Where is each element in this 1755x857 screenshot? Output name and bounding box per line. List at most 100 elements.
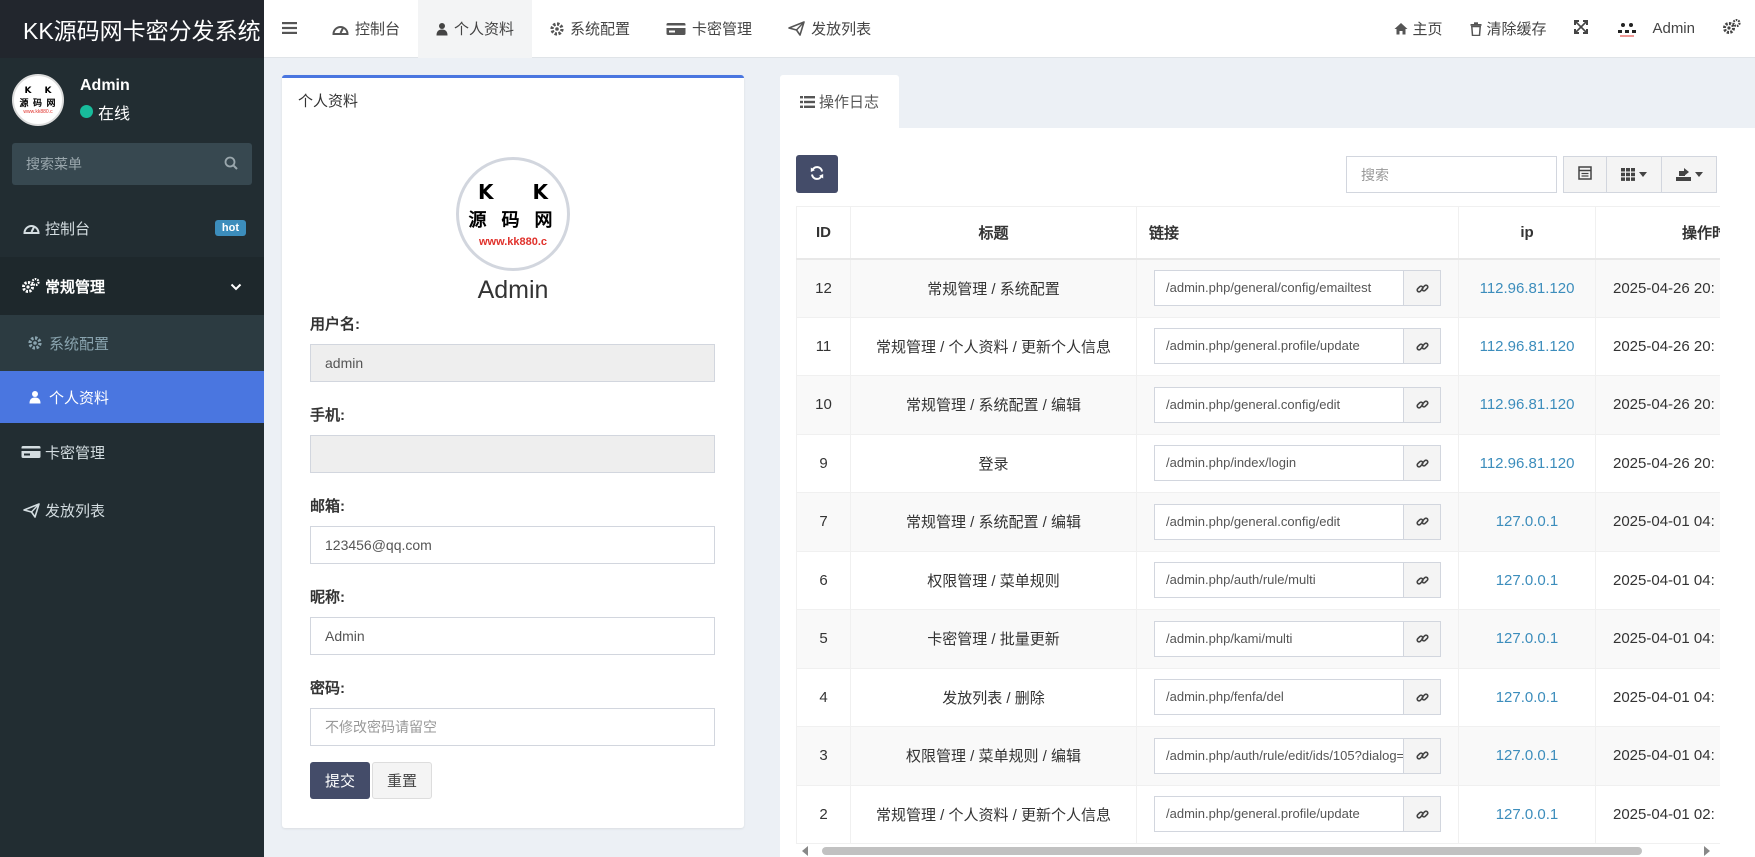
scrollbar-thumb[interactable] [822,847,1642,855]
cell-time: 2025-04-01 04: [1595,550,1720,610]
hamburger-icon [281,21,297,37]
table-row[interactable]: 7 常规管理 / 系统配置 / 编辑/admin.php/general.conf… [796,492,1720,552]
sidebar-item-general[interactable]: 常规管理 [0,257,264,315]
sidebar-item-system-config[interactable]: 系统配置 [0,315,264,371]
open-link-button[interactable] [1404,737,1441,774]
clear-cache-button[interactable]: 清除缓存 [1456,0,1560,58]
horizontal-scrollbar[interactable] [796,844,1720,856]
sidebar-item-label: 控制台 [45,220,91,238]
url-field[interactable]: /admin.php/fenfa/del [1154,679,1404,716]
column-header-title[interactable]: 标题 [850,206,1137,260]
sidebar-item-cards[interactable]: 卡密管理 [0,423,264,481]
link-icon [1415,691,1429,704]
scroll-right-arrow-icon[interactable] [1704,846,1710,856]
table-header-row: ID 标题 链接 ip 操作时间 [796,206,1720,260]
column-header-ip[interactable]: ip [1458,206,1596,260]
open-link-button[interactable] [1404,562,1441,599]
nickname-field[interactable] [310,617,715,655]
cell-time: 2025-04-01 02: [1595,784,1720,844]
sidebar-item-distribution[interactable]: 发放列表 [0,481,264,539]
export-button[interactable] [1661,156,1717,193]
table-row[interactable]: 5 卡密管理 / 批量更新/admin.php/kami/multi 127.0.0… [796,609,1720,669]
url-field[interactable]: /admin.php/general/config/emailtest [1154,270,1404,306]
url-field[interactable]: /admin.php/auth/rule/multi [1154,562,1404,599]
url-field[interactable]: /admin.php/kami/multi [1154,620,1404,657]
hot-badge: hot [214,220,246,236]
link-icon [1415,457,1429,470]
open-link-button[interactable] [1404,445,1441,482]
search-icon[interactable] [224,156,238,173]
cell-ip[interactable]: 127.0.0.1 [1458,667,1596,727]
table-row[interactable]: 4 发放列表 / 删除/admin.php/fenfa/del 127.0.0.1 2… [796,667,1720,727]
url-field[interactable]: /admin.php/index/login [1154,445,1404,482]
cell-ip[interactable]: 127.0.0.1 [1458,609,1596,669]
table-row[interactable]: 10 常规管理 / 系统配置 / 编辑/admin.php/general.con… [796,375,1720,435]
column-header-id[interactable]: ID [796,206,851,260]
url-field[interactable]: /admin.php/auth/rule/edit/ids/105?dialog… [1154,737,1404,774]
log-tabbar: 操作日志 [780,75,899,128]
open-link-button[interactable] [1404,679,1441,716]
cell-url: /admin.php/general.profile/update [1136,316,1459,376]
cell-ip[interactable]: 112.96.81.120 [1458,316,1596,376]
table-row[interactable]: 9 登录/admin.php/index/login 112.96.81.120 20… [796,433,1720,493]
open-link-button[interactable] [1404,386,1441,423]
link-icon [1415,282,1429,295]
tab-label: 发放列表 [811,21,872,38]
open-link-button[interactable] [1404,328,1441,365]
tab-dashboard[interactable]: 控制台 [314,0,418,58]
open-link-button[interactable] [1404,270,1441,306]
refresh-button[interactable] [796,155,838,193]
sidebar-item-dashboard[interactable]: 控制台 hot [0,199,264,257]
url-field[interactable]: /admin.php/general.profile/update [1154,796,1404,833]
admin-user-menu[interactable]: Admin [1602,0,1709,58]
table-row[interactable]: 12 常规管理 / 系统配置/admin.php/general/config/e… [796,258,1720,318]
cell-ip[interactable]: 112.96.81.120 [1458,375,1596,435]
tab-operation-log[interactable]: 操作日志 [780,75,899,128]
tab-distribution[interactable]: 发放列表 [770,0,889,58]
url-field[interactable]: /admin.php/general.profile/update [1154,328,1404,365]
sidebar: KK源码网卡密分发系统 K K 源 码 网 www.kk880.c Admin … [0,0,264,857]
table-search-input[interactable] [1346,156,1557,193]
cell-ip[interactable]: 112.96.81.120 [1458,433,1596,493]
open-link-button[interactable] [1404,503,1441,540]
mobile-field[interactable] [310,435,715,473]
tab-cards[interactable]: 卡密管理 [648,0,770,58]
cell-time: 2025-04-01 04: [1595,726,1720,786]
toggle-view-button[interactable] [1563,156,1607,193]
cell-id: 3 [796,726,851,786]
columns-toggle-button[interactable] [1606,156,1662,193]
sidebar-search-input[interactable] [26,156,206,172]
cell-ip[interactable]: 112.96.81.120 [1458,258,1596,318]
url-field[interactable]: /admin.php/general.config/edit [1154,503,1404,540]
submit-button[interactable]: 提交 [310,762,370,799]
menu-toggle-button[interactable] [264,0,314,58]
home-link[interactable]: 主页 [1380,0,1456,58]
app-logo[interactable]: KK源码网卡密分发系统 [0,0,264,58]
password-field[interactable] [310,708,715,746]
table-row[interactable]: 11 常规管理 / 个人资料 / 更新个人信息/admin.php/general… [796,316,1720,376]
reset-button[interactable]: 重置 [372,762,432,799]
table-row[interactable]: 3 权限管理 / 菜单规则 / 编辑/admin.php/auth/rule/ed… [796,726,1720,786]
table-row[interactable]: 6 权限管理 / 菜单规则/admin.php/auth/rule/multi 12… [796,550,1720,610]
table-toolbar [796,155,1755,193]
column-header-url[interactable]: 链接 [1136,206,1459,260]
open-link-button[interactable] [1404,796,1441,833]
sidebar-item-profile[interactable]: 个人资料 [0,371,264,423]
column-header-time[interactable]: 操作时间 [1595,206,1720,260]
tab-profile[interactable]: 个人资料 [418,0,533,58]
paper-plane-icon [20,502,42,518]
cell-title: 常规管理 / 个人资料 / 更新个人信息 [850,784,1137,844]
scroll-left-arrow-icon[interactable] [802,846,808,856]
cell-ip[interactable]: 127.0.0.1 [1458,726,1596,786]
email-field[interactable] [310,526,715,564]
cell-ip[interactable]: 127.0.0.1 [1458,492,1596,552]
fullscreen-button[interactable] [1560,0,1602,58]
url-field[interactable]: /admin.php/general.config/edit [1154,386,1404,423]
open-link-button[interactable] [1404,620,1441,657]
settings-button[interactable] [1709,0,1755,58]
link-icon [1415,340,1429,353]
tab-system-config[interactable]: 系统配置 [532,0,648,58]
table-row[interactable]: 2 常规管理 / 个人资料 / 更新个人信息/admin.php/general.… [796,784,1720,844]
cell-ip[interactable]: 127.0.0.1 [1458,550,1596,610]
cell-ip[interactable]: 127.0.0.1 [1458,784,1596,844]
